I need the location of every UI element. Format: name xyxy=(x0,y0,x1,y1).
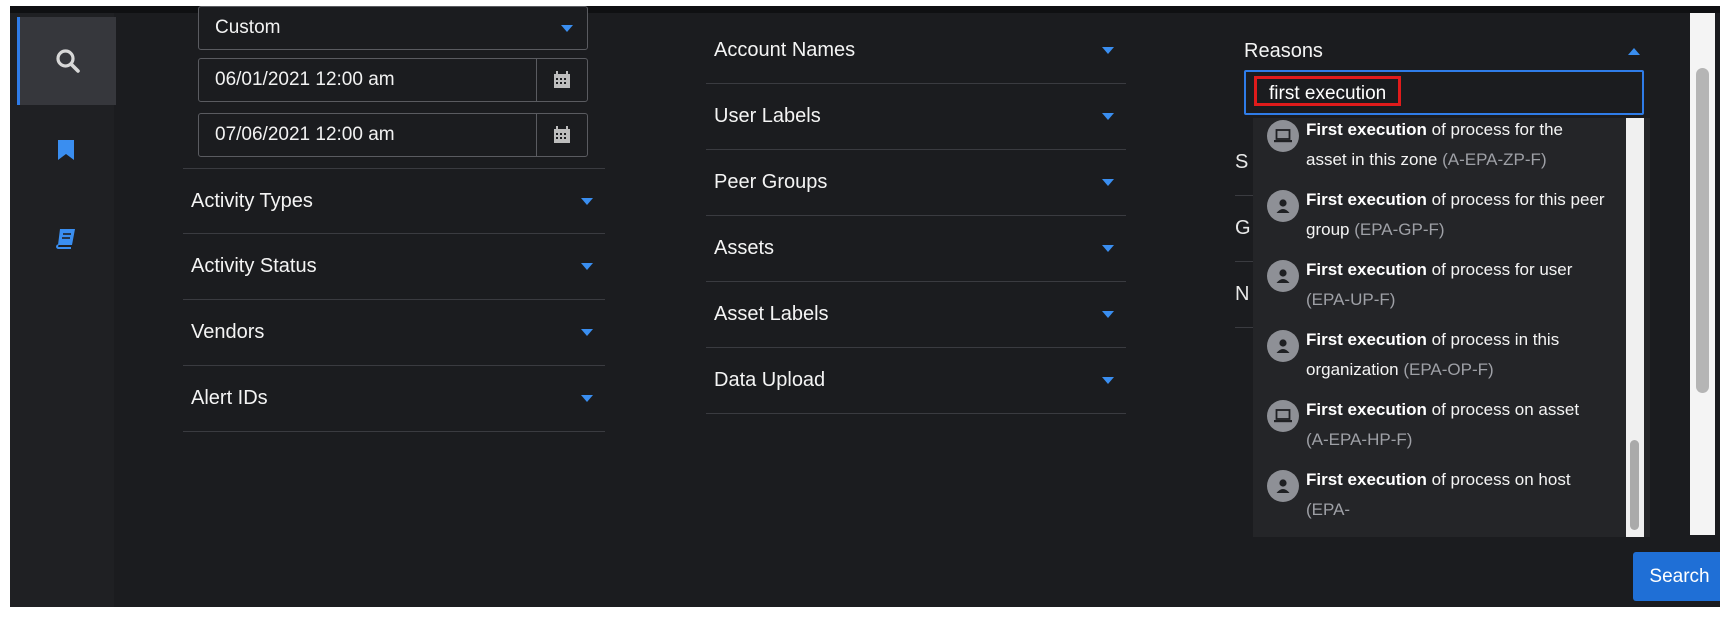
filter-label: Account Names xyxy=(714,39,856,61)
start-date-calendar-button[interactable] xyxy=(536,59,587,101)
filter-label: Assets xyxy=(714,237,775,259)
hidden-filter-letter: S xyxy=(1235,150,1249,173)
hidden-filter-letter: G xyxy=(1235,216,1251,239)
filter-label: Peer Groups xyxy=(714,171,828,193)
reason-code: (EPA-GP-F) xyxy=(1354,220,1445,239)
reasons-dropdown: First execution of process for the asset… xyxy=(1253,118,1650,537)
chevron-down-icon xyxy=(1102,47,1114,54)
reasons-search-value: first execution xyxy=(1254,76,1402,106)
filter-activity-types[interactable]: Activity Types xyxy=(183,168,605,234)
calendar-icon xyxy=(554,126,570,143)
app-frame: Custom 06/01/2021 12:00 am 07/06/2021 12… xyxy=(10,6,1720,607)
dropdown-scrollbar-thumb[interactable] xyxy=(1630,440,1639,530)
calendar-icon xyxy=(554,71,570,88)
sidebar-item-search[interactable] xyxy=(17,17,116,105)
end-date-calendar-button[interactable] xyxy=(536,114,587,156)
dropdown-scrollbar[interactable] xyxy=(1626,118,1644,537)
reason-option[interactable]: First execution of process for the asset… xyxy=(1253,118,1623,188)
reason-code: (A-EPA-HP-F) xyxy=(1306,430,1413,449)
filter-data-upload[interactable]: Data Upload xyxy=(706,348,1126,414)
reason-code: (EPA- xyxy=(1306,500,1351,519)
reason-match: First execution xyxy=(1306,120,1427,139)
reason-text: of process on asset xyxy=(1426,400,1580,419)
filter-label: Data Upload xyxy=(714,369,826,391)
chevron-up-icon xyxy=(1628,47,1640,55)
chevron-down-icon xyxy=(1102,311,1114,318)
sidebar-item-bookmarks[interactable] xyxy=(18,131,114,169)
date-range-select[interactable]: Custom xyxy=(198,6,588,50)
user-icon xyxy=(1267,330,1299,362)
reason-option[interactable]: First execution of process on asset (A-E… xyxy=(1253,398,1623,468)
reason-option[interactable]: First execution of process on host (EPA- xyxy=(1253,468,1623,537)
reasons-search-input[interactable]: first execution xyxy=(1244,70,1644,115)
filter-account-names[interactable]: Account Names xyxy=(706,18,1126,84)
user-icon xyxy=(1267,470,1299,502)
end-date-field[interactable]: 07/06/2021 12:00 am xyxy=(198,113,588,157)
filter-assets[interactable]: Assets xyxy=(706,216,1126,282)
chevron-down-icon xyxy=(1102,377,1114,384)
reason-text: of process on host xyxy=(1426,470,1571,489)
chevron-down-icon xyxy=(1102,113,1114,120)
chevron-down-icon xyxy=(581,395,593,402)
reason-match: First execution xyxy=(1306,330,1427,349)
laptop-icon xyxy=(1267,120,1299,152)
hidden-filter-row: G xyxy=(1235,195,1253,262)
hidden-filter-letter: N xyxy=(1235,282,1250,305)
filter-alert-ids[interactable]: Alert IDs xyxy=(183,366,605,432)
filter-reasons[interactable]: Reasons xyxy=(1240,28,1645,74)
filter-peer-groups[interactable]: Peer Groups xyxy=(706,150,1126,216)
reason-option[interactable]: First execution of process for this peer… xyxy=(1253,188,1623,258)
user-icon xyxy=(1267,260,1299,292)
filter-asset-labels[interactable]: Asset Labels xyxy=(706,282,1126,348)
reason-option[interactable]: First execution of process in this organ… xyxy=(1253,328,1623,398)
chevron-down-icon xyxy=(581,329,593,336)
filter-label: Activity Types xyxy=(191,189,313,212)
reason-text: of process for user xyxy=(1426,260,1573,279)
chevron-down-icon xyxy=(1102,245,1114,252)
end-date-value: 07/06/2021 12:00 am xyxy=(215,124,395,145)
filter-activity-status[interactable]: Activity Status xyxy=(183,234,605,300)
hidden-filter-row: N xyxy=(1235,261,1253,328)
filter-user-labels[interactable]: User Labels xyxy=(706,84,1126,150)
filter-label: Alert IDs xyxy=(191,387,268,409)
reason-match: First execution xyxy=(1306,260,1427,279)
page-scrollbar-thumb[interactable] xyxy=(1696,68,1709,393)
reason-code: (A-EPA-ZP-F) xyxy=(1442,150,1547,169)
page-scrollbar[interactable] xyxy=(1690,13,1715,535)
book-icon xyxy=(56,229,75,249)
reasons-label: Reasons xyxy=(1244,39,1323,62)
sidebar-item-guide[interactable] xyxy=(18,219,114,257)
filter-label: Asset Labels xyxy=(714,303,829,325)
reason-option[interactable]: First execution of process for user (EPA… xyxy=(1253,258,1623,328)
chevron-down-icon xyxy=(1102,179,1114,186)
laptop-icon xyxy=(1267,400,1299,432)
search-icon xyxy=(56,49,80,73)
start-date-value: 06/01/2021 12:00 am xyxy=(215,69,395,90)
search-button[interactable]: Search xyxy=(1633,552,1720,601)
chevron-down-icon xyxy=(581,197,593,205)
filter-label: User Labels xyxy=(714,105,821,127)
reason-code: (EPA-UP-F) xyxy=(1306,290,1396,309)
reason-match: First execution xyxy=(1306,470,1427,489)
sidebar-rail xyxy=(10,13,116,607)
user-icon xyxy=(1267,190,1299,222)
filter-label: Activity Status xyxy=(191,255,317,277)
filter-vendors[interactable]: Vendors xyxy=(183,300,605,366)
chevron-down-icon xyxy=(581,263,593,270)
filter-label: Vendors xyxy=(191,321,265,343)
reason-match: First execution xyxy=(1306,190,1427,209)
hidden-filter-row: S xyxy=(1235,129,1253,196)
reason-match: First execution xyxy=(1306,400,1427,419)
chevron-down-icon xyxy=(561,24,573,32)
start-date-field[interactable]: 06/01/2021 12:00 am xyxy=(198,58,588,102)
reason-code: (EPA-OP-F) xyxy=(1403,360,1494,379)
bookmark-icon xyxy=(58,140,74,160)
date-range-value: Custom xyxy=(215,17,281,38)
